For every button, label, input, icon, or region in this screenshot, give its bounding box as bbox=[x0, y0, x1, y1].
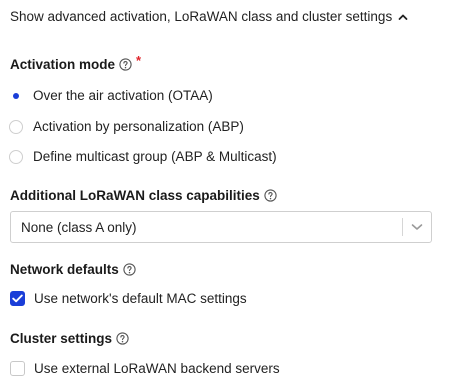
radio-button[interactable] bbox=[9, 149, 23, 164]
radio-button-selected[interactable] bbox=[9, 88, 23, 103]
help-icon[interactable] bbox=[119, 58, 132, 71]
activation-mode-label: Activation mode bbox=[10, 57, 116, 72]
help-icon[interactable] bbox=[123, 263, 136, 276]
radio-button[interactable] bbox=[9, 119, 23, 134]
class-capabilities-heading: Additional LoRaWAN class capabilities bbox=[10, 188, 277, 203]
external-backend-checkbox[interactable] bbox=[10, 361, 25, 376]
required-asterisk: * bbox=[136, 53, 142, 68]
network-defaults-label: Network defaults bbox=[10, 262, 119, 277]
radio-abp-label: Activation by personalization (ABP) bbox=[33, 119, 244, 134]
advanced-settings-toggle-label: Show advanced activation, LoRaWAN class … bbox=[10, 9, 393, 24]
class-capabilities-label: Additional LoRaWAN class capabilities bbox=[10, 188, 260, 203]
help-icon[interactable] bbox=[264, 189, 277, 202]
checkmark-icon bbox=[12, 294, 23, 303]
help-icon[interactable] bbox=[116, 332, 129, 345]
default-mac-settings-label: Use network's default MAC settings bbox=[34, 291, 247, 306]
radio-multicast[interactable]: Define multicast group (ABP & Multicast) bbox=[9, 149, 277, 164]
network-defaults-heading: Network defaults bbox=[10, 262, 136, 277]
advanced-settings-toggle[interactable]: Show advanced activation, LoRaWAN class … bbox=[10, 9, 408, 24]
radio-otaa[interactable]: Over the air activation (OTAA) bbox=[9, 88, 213, 103]
chevron-up-icon bbox=[398, 13, 408, 21]
class-capabilities-select[interactable]: None (class A only) bbox=[10, 211, 432, 243]
activation-mode-heading: Activation mode * bbox=[10, 53, 141, 72]
radio-abp[interactable]: Activation by personalization (ABP) bbox=[9, 119, 244, 134]
external-backend-label: Use external LoRaWAN backend servers bbox=[34, 361, 280, 376]
external-backend-checkbox-row[interactable]: Use external LoRaWAN backend servers bbox=[10, 361, 280, 376]
cluster-settings-label: Cluster settings bbox=[10, 331, 113, 346]
default-mac-settings-checkbox[interactable] bbox=[10, 291, 25, 306]
radio-otaa-label: Over the air activation (OTAA) bbox=[33, 88, 213, 103]
default-mac-settings-checkbox-row[interactable]: Use network's default MAC settings bbox=[10, 291, 247, 306]
radio-multicast-label: Define multicast group (ABP & Multicast) bbox=[33, 149, 277, 164]
cluster-settings-heading: Cluster settings bbox=[10, 331, 129, 346]
chevron-down-icon[interactable] bbox=[403, 223, 431, 231]
class-capabilities-value: None (class A only) bbox=[21, 219, 137, 235]
